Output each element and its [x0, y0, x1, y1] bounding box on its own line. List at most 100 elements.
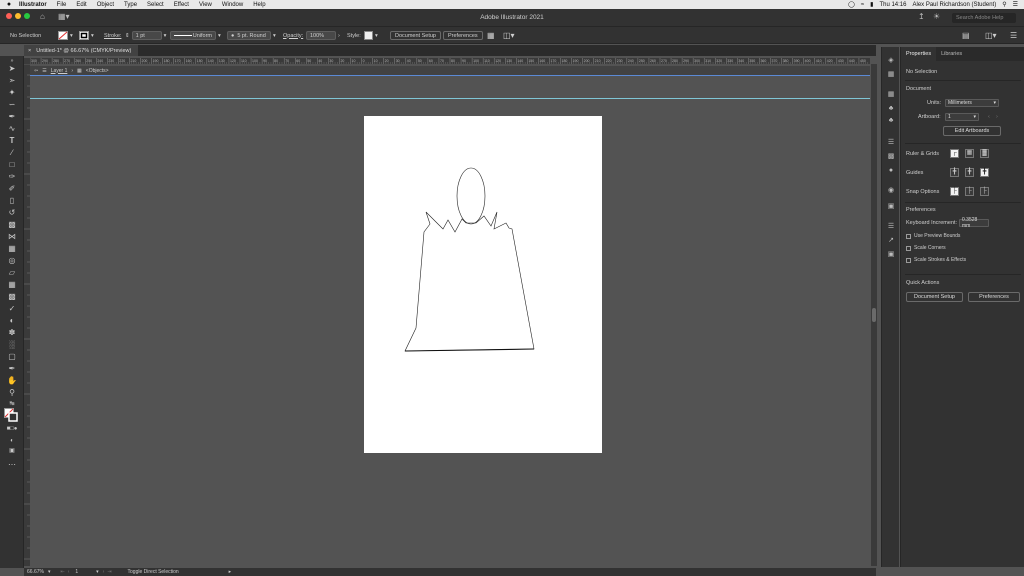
control-center-icon[interactable]: ☰ [1013, 1, 1018, 8]
graphic-style-picker[interactable]: ▾ [364, 31, 378, 40]
shape-builder-tool-icon[interactable]: ◎ [5, 256, 19, 266]
lightbulb-icon[interactable]: ☀ [933, 12, 940, 21]
align-to-icon[interactable]: ◫▾ [503, 31, 515, 40]
chevron-down-icon[interactable]: ▾ [96, 569, 99, 575]
chevron-right-icon[interactable]: › [338, 33, 340, 39]
variable-width-profile[interactable]: Uniform ▾ [170, 31, 221, 40]
help-search-input[interactable]: Search Adobe Help [952, 13, 1016, 23]
previous-artboard-arrow-icon[interactable]: ‹ [988, 114, 990, 120]
tab-libraries[interactable]: Libraries [936, 47, 967, 61]
stroke-label[interactable]: Stroke: [104, 31, 121, 40]
head-ellipse[interactable] [456, 167, 486, 225]
appearance-icon[interactable]: ◉ [886, 187, 896, 195]
brushes-icon[interactable]: ♣ [886, 117, 896, 125]
menubar-user[interactable]: Alex Paul Richardson (Student) [912, 2, 996, 8]
free-transform-tool-icon[interactable]: ▦ [5, 244, 19, 254]
breadcrumb-layer[interactable]: Layer 1 [51, 68, 68, 74]
keyboard-increment-field[interactable]: 0.3528 mm [959, 217, 989, 229]
zoom-tool-icon[interactable]: ⚲ [5, 388, 19, 398]
artwork-drawing[interactable] [364, 116, 602, 453]
libraries-icon[interactable]: ▦ [886, 71, 896, 79]
vertical-scroll-thumb[interactable] [872, 308, 876, 322]
spotlight-icon[interactable]: ⚲ [1002, 1, 1006, 8]
smart-guides-icon[interactable]: ╋ [980, 168, 989, 177]
distribute-icon[interactable]: ◫▾ [985, 31, 997, 40]
symbols-icon[interactable]: ♣ [886, 105, 896, 113]
fill-stroke-widget[interactable] [4, 408, 18, 422]
rotate-tool-icon[interactable]: ↺ [5, 208, 19, 218]
scale-tool-icon[interactable]: ▩ [5, 220, 19, 230]
base-line[interactable] [404, 348, 535, 352]
snap-to-grid-icon[interactable]: ├ [965, 187, 974, 196]
horizontal-ruler[interactable]: 300 290 280 270 260 250 240 230 220 210 200 190 180 1… [30, 58, 870, 64]
graphic-styles-icon[interactable]: ▣ [886, 203, 896, 211]
line-tool-icon[interactable]: ∕ [5, 148, 19, 158]
opacity-field[interactable]: 100% [306, 31, 336, 40]
close-tab-icon[interactable]: × [28, 48, 31, 54]
horizontal-guide[interactable] [30, 98, 870, 99]
menu-edit[interactable]: Edit [71, 2, 91, 8]
menu-illustrator[interactable]: Illustrator [14, 2, 52, 8]
show-guides-icon[interactable]: ╋ [950, 168, 959, 177]
wifi-icon[interactable]: ≈ [861, 2, 864, 8]
stroke-weight-stepper-icon[interactable]: ⇕ [125, 33, 130, 39]
eyedropper-tool-icon[interactable]: ✓ [5, 304, 19, 314]
align-panel-icon[interactable]: ▤ [962, 31, 970, 40]
first-artboard-icon[interactable]: ⇤ [60, 569, 64, 575]
menu-file[interactable]: File [52, 2, 72, 8]
share-icon[interactable]: ↥ [918, 12, 925, 21]
creative-cloud-icon[interactable]: ◯ [848, 1, 855, 8]
artboard[interactable] [364, 116, 602, 453]
snap-to-point-icon[interactable]: ├ [950, 187, 959, 196]
menu-view[interactable]: View [194, 2, 217, 8]
use-preview-bounds-checkbox[interactable]: Use Preview Bounds [906, 233, 960, 239]
back-arrow-icon[interactable]: ⇦ [34, 68, 38, 74]
body-path[interactable] [404, 211, 535, 352]
chevron-down-icon[interactable]: ▾ [164, 33, 167, 39]
menu-help[interactable]: Help [248, 2, 270, 8]
vertical-scrollbar[interactable] [871, 64, 877, 566]
edit-toolbar-icon[interactable]: ⋯ [5, 460, 19, 470]
document-setup-button[interactable]: Document Setup [390, 31, 441, 40]
chevron-down-icon[interactable]: ▾ [48, 569, 51, 575]
color-guide-icon[interactable]: ◈ [886, 57, 896, 65]
type-tool-icon[interactable]: T [5, 136, 19, 146]
magic-wand-tool-icon[interactable]: ✦ [5, 88, 19, 98]
scale-corners-checkbox[interactable]: Scale Corners [906, 245, 946, 251]
layers-panel-icon[interactable]: ☰ [886, 223, 896, 231]
battery-icon[interactable]: ▮ [870, 1, 873, 8]
mesh-tool-icon[interactable]: ▦ [5, 280, 19, 290]
opacity-label[interactable]: Opacity: [283, 31, 303, 40]
lock-guides-icon[interactable]: ╋ [965, 168, 974, 177]
artboards-panel-icon[interactable]: ▣ [886, 251, 896, 259]
grid-toggle-icon[interactable]: ▦ [965, 149, 974, 158]
scale-strokes-checkbox[interactable]: Scale Strokes & Effects [906, 257, 966, 263]
swatches-icon[interactable]: ▦ [886, 91, 896, 99]
chevron-down-icon[interactable]: ▾ [218, 33, 221, 39]
color-mode-icons[interactable]: ■□● [5, 424, 19, 434]
snap-to-pixel-icon[interactable]: ├ [980, 187, 989, 196]
draw-mode-icon[interactable]: ◐ [5, 436, 19, 446]
transparency-grid-icon[interactable]: ▓ [980, 149, 989, 158]
document-tab[interactable]: × Untitled-1* @ 66.67% (CMYK/Preview) [24, 45, 138, 56]
menu-icon[interactable]: ☰ [1010, 31, 1017, 40]
quick-document-setup-button[interactable]: Document Setup [906, 292, 963, 302]
column-graph-tool-icon[interactable]: ░ [5, 340, 19, 350]
gradient-tool-icon[interactable]: ▩ [5, 292, 19, 302]
last-artboard-icon[interactable]: ⇥ [107, 569, 111, 575]
apple-icon[interactable]: ● [4, 1, 14, 8]
brush-definition[interactable]: ● 5 pt. Round ▾ [227, 31, 276, 40]
eraser-tool-icon[interactable]: ▯ [5, 196, 19, 206]
hand-tool-icon[interactable]: ✋ [5, 376, 19, 386]
artboard-tool-icon[interactable]: ▢ [5, 352, 19, 362]
menu-object[interactable]: Object [92, 2, 119, 8]
preferences-button[interactable]: Preferences [443, 31, 483, 40]
screen-mode-icon[interactable]: ▣ [5, 446, 19, 456]
menubar-clock[interactable]: Thu 14:16 [879, 2, 906, 8]
next-artboard-icon[interactable]: › [103, 569, 105, 575]
symbol-sprayer-tool-icon[interactable]: ✽ [5, 328, 19, 338]
pen-tool-icon[interactable]: ✒ [5, 112, 19, 122]
paintbrush-tool-icon[interactable]: ✑ [5, 172, 19, 182]
menu-window[interactable]: Window [217, 2, 248, 8]
rectangle-tool-icon[interactable]: □ [5, 160, 19, 170]
